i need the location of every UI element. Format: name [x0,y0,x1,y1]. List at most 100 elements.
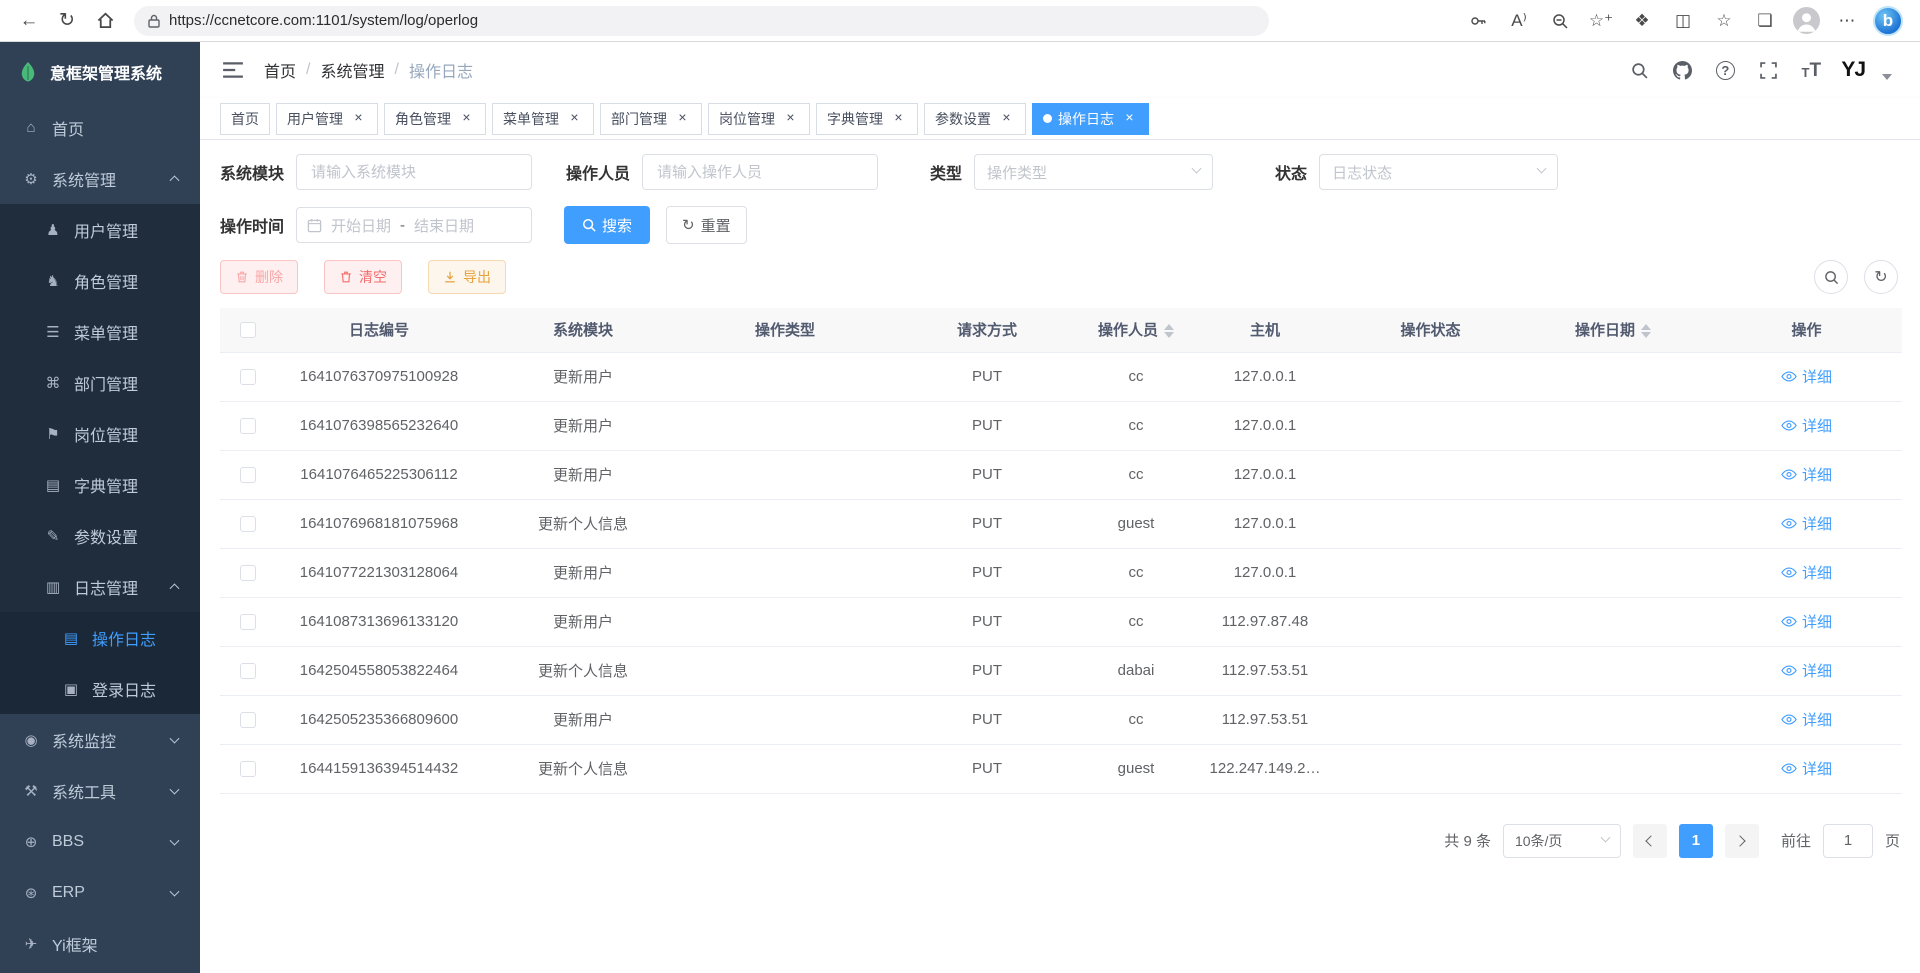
profile-avatar[interactable] [1790,5,1822,37]
sidebar-item-tool[interactable]: ⚒系统工具 [0,765,200,816]
zoom-icon[interactable] [1544,5,1576,37]
sort-icons[interactable] [1641,324,1651,338]
browser-home-icon[interactable] [86,4,124,38]
sidebar-item-menu[interactable]: ☰菜单管理 [0,306,200,357]
address-bar[interactable]: https://ccnetcore.com:1101/system/log/op… [134,6,1269,36]
goto-page-input[interactable] [1823,824,1873,858]
sidebar-item-loginlog[interactable]: ▣登录日志 [0,663,200,714]
module-filter-input[interactable] [296,154,532,190]
password-key-icon[interactable] [1462,5,1494,37]
nav-tag[interactable]: 岗位管理× [708,103,810,135]
reset-button[interactable]: ↻ 重置 [666,206,747,244]
read-aloud-icon[interactable]: A⁾ [1503,5,1535,37]
hamburger-icon[interactable] [218,55,248,85]
close-tag-icon[interactable]: × [998,110,1015,127]
close-tag-icon[interactable]: × [782,110,799,127]
detail-link[interactable]: 详细 [1781,464,1832,485]
sidebar-item-operlog[interactable]: ▤操作日志 [0,612,200,663]
sidebar-item-user[interactable]: ♟用户管理 [0,204,200,255]
operator-filter-input[interactable] [642,154,878,190]
back-icon[interactable]: ← [10,4,48,38]
page-number-1[interactable]: 1 [1679,824,1713,858]
sidebar-item-erp[interactable]: ⊛ERP [0,867,200,918]
row-checkbox[interactable] [240,761,256,777]
next-page-button[interactable] [1725,824,1759,858]
col-date[interactable]: 操作日期 [1515,308,1711,352]
nav-tag[interactable]: 角色管理× [384,103,486,135]
app-logo[interactable]: 意框架管理系统 [0,42,200,102]
sort-icons[interactable] [1164,324,1174,338]
detail-link[interactable]: 详细 [1781,366,1832,387]
page-size-select[interactable]: 10条/页 [1503,824,1621,858]
sidebar-item-system[interactable]: ⚙系统管理 [0,153,200,204]
search-button[interactable]: 搜索 [564,206,650,244]
sidebar-item-yiframe[interactable]: ✈Yi框架 [0,918,200,969]
sidebar-item-role[interactable]: ♞角色管理 [0,255,200,306]
sidebar-item-post[interactable]: ⚑岗位管理 [0,408,200,459]
type-filter-select[interactable]: 操作类型 [974,154,1213,190]
extensions-icon[interactable]: ❖ [1626,5,1658,37]
row-checkbox[interactable] [240,712,256,728]
nav-tag[interactable]: 用户管理× [276,103,378,135]
github-icon[interactable] [1669,57,1695,83]
help-icon[interactable]: ? [1712,57,1738,83]
row-checkbox[interactable] [240,663,256,679]
favorite-add-icon[interactable]: ☆⁺ [1585,5,1617,37]
status-filter-select[interactable]: 日志状态 [1319,154,1558,190]
close-tag-icon[interactable]: × [350,110,367,127]
nav-tag[interactable]: 参数设置× [924,103,1026,135]
refresh-icon[interactable]: ↻ [48,4,86,38]
row-checkbox[interactable] [240,516,256,532]
toggle-search-button[interactable] [1814,260,1848,294]
more-menu-icon[interactable]: ⋯ [1831,5,1863,37]
sidebar-item-dict[interactable]: ▤字典管理 [0,459,200,510]
delete-button[interactable]: 删除 [220,260,298,294]
close-tag-icon[interactable]: × [458,110,475,127]
split-screen-icon[interactable]: ◫ [1667,5,1699,37]
nav-tag[interactable]: 部门管理× [600,103,702,135]
nav-tag[interactable]: 首页 [220,103,270,135]
row-checkbox[interactable] [240,614,256,630]
close-tag-icon[interactable]: × [674,110,691,127]
fullscreen-icon[interactable] [1755,57,1781,83]
user-logo[interactable]: YJ [1841,58,1865,82]
close-tag-icon[interactable]: × [566,110,583,127]
sidebar-item-home[interactable]: ⌂首页 [0,102,200,153]
detail-link[interactable]: 详细 [1781,758,1832,779]
detail-link[interactable]: 详细 [1781,415,1832,436]
date-range-picker[interactable]: 开始日期 - 结束日期 [296,207,532,243]
close-tag-icon[interactable]: × [890,110,907,127]
row-checkbox[interactable] [240,418,256,434]
nav-tag[interactable]: 操作日志× [1032,103,1149,135]
sidebar-item-config[interactable]: ✎参数设置 [0,510,200,561]
chevron-down-icon[interactable] [1882,74,1892,80]
sidebar-item-dept[interactable]: ⌘部门管理 [0,357,200,408]
breadcrumb-system[interactable]: 系统管理 [320,58,384,82]
detail-link[interactable]: 详细 [1781,709,1832,730]
sidebar-item-log[interactable]: ▥日志管理 [0,561,200,612]
nav-tag[interactable]: 字典管理× [816,103,918,135]
clear-button[interactable]: 清空 [324,260,402,294]
detail-link[interactable]: 详细 [1781,611,1832,632]
breadcrumb-home[interactable]: 首页 [264,58,296,82]
row-checkbox[interactable] [240,565,256,581]
detail-link[interactable]: 详细 [1781,562,1832,583]
refresh-table-button[interactable]: ↻ [1864,260,1898,294]
select-all-checkbox[interactable] [240,322,256,338]
row-checkbox[interactable] [240,467,256,483]
col-operator[interactable]: 操作人员 [1088,308,1184,352]
sidebar-item-monitor[interactable]: ◉系统监控 [0,714,200,765]
bing-icon[interactable]: b [1872,5,1904,37]
row-checkbox[interactable] [240,369,256,385]
detail-link[interactable]: 详细 [1781,513,1832,534]
nav-tag[interactable]: 菜单管理× [492,103,594,135]
detail-link[interactable]: 详细 [1781,660,1832,681]
close-tag-icon[interactable]: × [1121,110,1138,127]
sidebar-item-bbs[interactable]: ⊕BBS [0,816,200,867]
search-icon[interactable] [1626,57,1652,83]
collections-icon[interactable]: ❏ [1749,5,1781,37]
favorites-bar-icon[interactable]: ☆ [1708,5,1740,37]
font-size-icon[interactable]: TT [1798,57,1824,83]
prev-page-button[interactable] [1633,824,1667,858]
export-button[interactable]: 导出 [428,260,506,294]
